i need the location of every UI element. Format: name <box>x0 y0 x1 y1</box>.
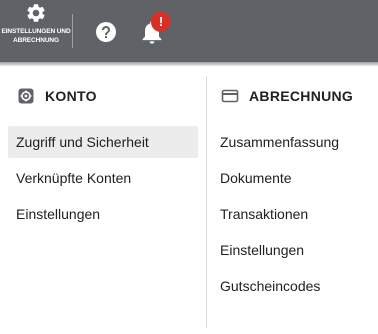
topbar-shadow <box>0 62 378 66</box>
top-bar: EINSTELLUNGEN UND ABRECHNUNG ! <box>0 0 378 62</box>
menu-item-gutscheincodes[interactable]: Gutscheincodes <box>206 270 378 302</box>
menu-item-transaktionen[interactable]: Transaktionen <box>206 198 378 230</box>
menu-item-zusammenfassung[interactable]: Zusammenfassung <box>206 126 378 158</box>
konto-section: KONTO Zugriff und Sicherheit Verknüpfte … <box>0 78 206 234</box>
abrechnung-header: ABRECHNUNG <box>206 78 378 114</box>
help-circle-icon[interactable] <box>94 20 118 44</box>
notification-badge: ! <box>151 12 171 32</box>
settings-and-billing-button[interactable]: EINSTELLUNGEN UND ABRECHNUNG <box>0 0 72 62</box>
konto-header: KONTO <box>0 78 206 114</box>
settings-and-billing-label: EINSTELLUNGEN UND ABRECHNUNG <box>1 28 71 44</box>
credit-card-icon <box>221 89 239 103</box>
menu-item-konto-einstellungen[interactable]: Einstellungen <box>8 198 198 230</box>
abrechnung-header-label: ABRECHNUNG <box>249 88 354 104</box>
abrechnung-menu: Zusammenfassung Dokumente Transaktionen … <box>206 126 378 302</box>
menu-item-dokumente[interactable]: Dokumente <box>206 162 378 194</box>
menu-item-verknuepfte-konten[interactable]: Verknüpfte Konten <box>8 162 198 194</box>
konto-menu: Zugriff und Sicherheit Verknüpfte Konten… <box>0 126 206 230</box>
menu-item-zugriff-und-sicherheit[interactable]: Zugriff und Sicherheit <box>8 126 198 158</box>
gear-icon <box>27 4 45 22</box>
abrechnung-section: ABRECHNUNG Zusammenfassung Dokumente Tra… <box>206 78 378 306</box>
menu-item-abrechnung-einstellungen[interactable]: Einstellungen <box>206 234 378 266</box>
account-settings-icon <box>18 88 34 104</box>
topbar-divider <box>72 14 73 48</box>
konto-header-label: KONTO <box>45 88 97 104</box>
